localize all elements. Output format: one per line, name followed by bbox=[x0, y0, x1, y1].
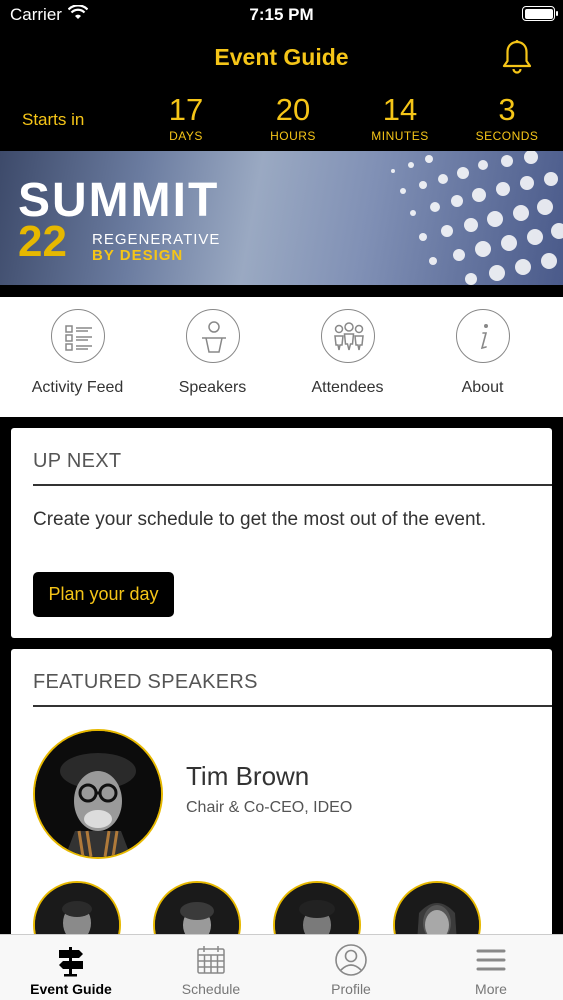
status-bar: Carrier 7:15 PM bbox=[0, 0, 563, 30]
status-time: 7:15 PM bbox=[249, 5, 314, 24]
quick-nav-label: Activity Feed bbox=[31, 379, 124, 396]
card-divider bbox=[33, 705, 552, 707]
quick-nav-attendees[interactable]: Attendees bbox=[280, 309, 415, 397]
countdown-value: 17 bbox=[168, 92, 204, 127]
menu-icon bbox=[421, 943, 561, 977]
tab-label: More bbox=[475, 981, 507, 997]
tab-profile[interactable]: Profile bbox=[281, 943, 421, 997]
page-title: Event Guide bbox=[214, 44, 349, 70]
activity-list-icon bbox=[50, 309, 105, 363]
quick-nav-label: Speakers bbox=[178, 379, 247, 396]
speaker-avatar[interactable] bbox=[33, 729, 163, 859]
featured-speakers-title: FEATURED SPEAKERS bbox=[33, 671, 258, 693]
up-next-title: UP NEXT bbox=[33, 450, 122, 472]
tab-label: Event Guide bbox=[30, 981, 112, 997]
banner-tagline-2: BY DESIGN bbox=[92, 247, 184, 264]
banner-divider bbox=[0, 285, 563, 297]
countdown-unit-label: SECONDS bbox=[475, 129, 539, 143]
quick-nav-activity-feed[interactable]: Activity Feed bbox=[10, 309, 145, 397]
countdown-days: 17 DAYS bbox=[136, 91, 236, 143]
up-next-card: UP NEXT Create your schedule to get the … bbox=[11, 428, 552, 638]
tab-bar: Event Guide Schedule Profile More bbox=[0, 934, 563, 1000]
countdown-value: 20 bbox=[275, 92, 311, 127]
speaker-podium-icon bbox=[185, 309, 240, 363]
countdown-minutes: 14 MINUTES bbox=[350, 91, 450, 143]
speaker-role: Chair & Co-CEO, IDEO bbox=[186, 799, 353, 816]
signpost-icon bbox=[1, 943, 141, 977]
up-next-message: Create your schedule to get the most out… bbox=[33, 509, 487, 530]
banner-year: 22 bbox=[18, 217, 67, 266]
battery-icon bbox=[522, 6, 558, 21]
tab-more[interactable]: More bbox=[421, 943, 561, 997]
profile-icon bbox=[281, 943, 421, 977]
countdown-value: 14 bbox=[382, 92, 418, 127]
quick-nav: Activity Feed Speakers Attendees About bbox=[0, 297, 563, 417]
tab-label: Schedule bbox=[181, 981, 241, 997]
card-divider bbox=[33, 484, 552, 486]
bell-icon[interactable] bbox=[501, 39, 533, 80]
event-banner: SUMMIT 22 REGENERATIVE BY DESIGN bbox=[0, 151, 563, 285]
tab-label: Profile bbox=[331, 981, 371, 997]
countdown-starts-label: Starts in bbox=[22, 110, 85, 129]
countdown-hours: 20 HOURS bbox=[243, 91, 343, 143]
speaker-name[interactable]: Tim Brown bbox=[186, 761, 309, 792]
countdown-unit-label: MINUTES bbox=[371, 129, 429, 143]
countdown-value: 3 bbox=[498, 92, 516, 127]
featured-speakers-card: FEATURED SPEAKERS Tim Brown Chair & Co-C… bbox=[11, 649, 552, 969]
nav-bar: Event Guide bbox=[0, 30, 563, 88]
quick-nav-label: Attendees bbox=[311, 379, 384, 396]
plan-your-day-button[interactable]: Plan your day bbox=[33, 572, 174, 617]
countdown-unit-label: DAYS bbox=[169, 129, 203, 143]
attendees-group-icon bbox=[320, 309, 375, 363]
info-icon bbox=[455, 309, 510, 363]
quick-nav-label: About bbox=[461, 379, 504, 396]
quick-nav-about[interactable]: About bbox=[415, 309, 550, 397]
tab-schedule[interactable]: Schedule bbox=[141, 943, 281, 997]
countdown: Starts in 17 DAYS 20 HOURS 14 MINUTES 3 … bbox=[0, 88, 563, 151]
halftone-dots-graphic bbox=[391, 151, 563, 285]
countdown-unit-label: HOURS bbox=[270, 129, 316, 143]
banner-tagline-1: REGENERATIVE bbox=[92, 231, 221, 248]
quick-nav-speakers[interactable]: Speakers bbox=[145, 309, 280, 397]
countdown-seconds: 3 SECONDS bbox=[457, 91, 557, 143]
tab-event-guide[interactable]: Event Guide bbox=[1, 943, 141, 997]
calendar-icon bbox=[141, 943, 281, 977]
